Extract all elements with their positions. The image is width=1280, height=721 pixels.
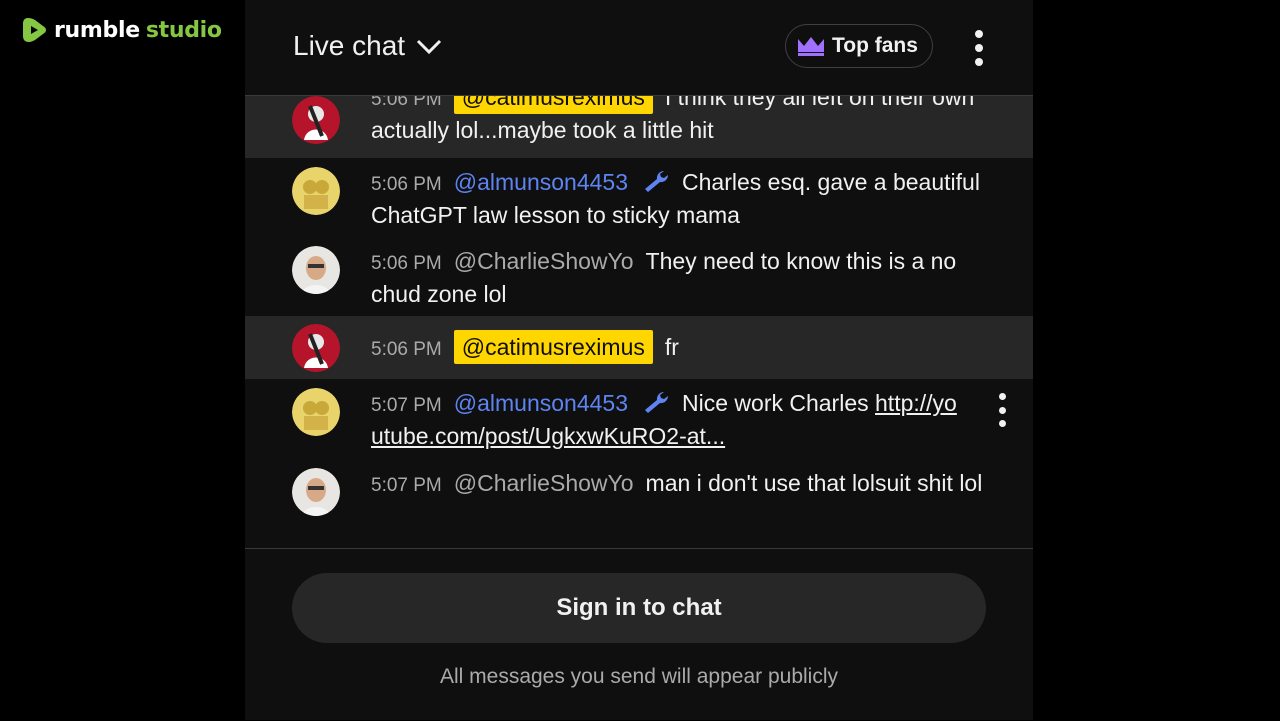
chat-message: 5:07 PM @CharlieShowYo man i don't use tha… [245,459,1033,539]
top-fans-button[interactable]: Top fans [785,24,933,68]
message-author[interactable]: @almunson4453 [454,390,628,416]
message-text: fr [664,334,679,360]
message-more-icon[interactable] [997,393,1007,427]
message-time: 5:06 PM [371,339,442,360]
chevron-down-icon [417,39,442,55]
message-time: 5:07 PM [371,395,442,416]
chat-header: Live chat Top fans [245,0,1033,96]
public-notice: All messages you send will appear public… [439,665,839,688]
message-body: 5:07 PM @almunson4453 Nice work Charles ht… [371,388,961,452]
avatar[interactable] [292,388,340,436]
message-author[interactable]: @catimusreximus [453,96,653,114]
chat-title: Live chat [293,30,406,61]
more-options-icon[interactable] [969,30,989,66]
top-fans-label: Top fans [832,34,918,57]
message-author[interactable]: @CharlieShowYo [454,248,634,274]
message-author[interactable]: @almunson4453 [454,169,628,195]
rumble-play-icon [23,18,46,42]
message-body: 5:06 PM @catimusreximus I think they all l… [371,96,991,146]
chat-footer: Sign in to chat All messages you send wi… [245,548,1033,721]
wrench-icon [645,170,669,192]
message-text: Nice work Charles [682,390,876,416]
crown-icon [798,37,824,56]
message-body: 5:07 PM @CharlieShowYo man i don't use tha… [371,468,991,501]
message-text: man i don't use that lolsuit shit lol [645,470,983,496]
avatar-image [292,324,340,372]
chat-message: 5:06 PM @almunson4453 Charles esq. gave a … [245,158,1033,237]
message-body: 5:06 PM @CharlieShowYo They need to know t… [371,246,991,310]
message-time: 5:07 PM [371,475,442,496]
logo-brand-text: rumble [54,17,140,43]
rumble-studio-logo: rumble studio [22,16,222,44]
avatar-image [292,167,340,215]
message-body: 5:06 PM @almunson4453 Charles esq. gave a … [371,167,991,231]
avatar[interactable] [292,167,340,215]
sign-in-button[interactable]: Sign in to chat [292,573,986,643]
avatar[interactable] [292,246,340,294]
avatar-image [292,246,340,294]
logo-wordmark: rumble studio [54,18,222,43]
logo-product-text: studio [145,17,222,43]
chat-message: 5:06 PM @catimusreximus I think they all l… [245,96,1033,158]
avatar[interactable] [292,468,340,516]
avatar-image [292,468,340,516]
chat-message: 5:07 PM @almunson4453 Nice work Charles ht… [245,379,1033,459]
avatar[interactable] [292,96,340,144]
message-time: 5:06 PM [371,174,442,195]
chat-message: 5:06 PM @catimusreximus fr [245,316,1033,379]
message-author[interactable]: @CharlieShowYo [454,470,634,496]
message-time: 5:06 PM [371,253,442,274]
message-body: 5:06 PM @catimusreximus fr [371,330,991,365]
avatar-image [292,388,340,436]
message-author[interactable]: @catimusreximus [453,330,653,364]
avatar[interactable] [292,324,340,372]
avatar-image [292,96,340,144]
wrench-icon [645,391,669,413]
live-chat-panel: Live chat Top fans 5:06 PM @catimusreximu… [245,0,1033,720]
chat-mode-dropdown[interactable]: Live chat [293,30,443,62]
chat-messages-list[interactable]: 5:06 PM @catimusreximus I think they all l… [245,96,1033,548]
chat-message: 5:06 PM @CharlieShowYo They need to know t… [245,237,1033,316]
message-time: 5:06 PM [371,96,442,110]
